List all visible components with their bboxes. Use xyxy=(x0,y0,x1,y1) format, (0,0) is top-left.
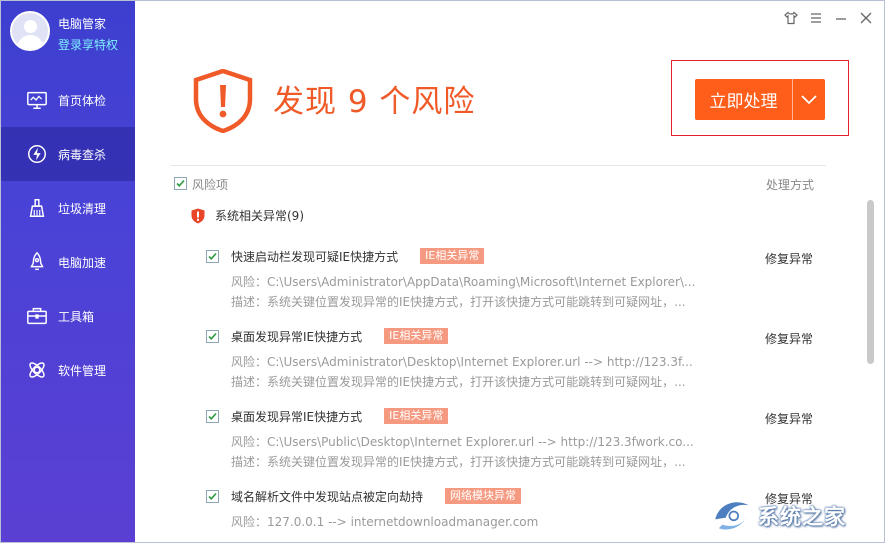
check-icon xyxy=(208,492,217,500)
toolbox-icon xyxy=(25,304,49,328)
item-description: 描述：系统关键位置发现异常的IE快捷方式，打开该快捷方式可能跳转到可疑网址，..… xyxy=(231,295,686,309)
item-title: 桌面发现异常IE快捷方式 xyxy=(231,329,363,344)
sidebar-item-label: 工具箱 xyxy=(58,309,95,324)
item-tag: IE相关异常 xyxy=(384,328,449,344)
item-title: 桌面发现异常IE快捷方式 xyxy=(231,409,363,424)
item-tag: 网络模块异常 xyxy=(445,488,522,504)
sidebar-item-virus-scan[interactable]: 病毒查杀 xyxy=(1,127,135,181)
check-icon xyxy=(176,179,185,187)
item-risk-path: 风险：C:\Users\Administrator\Desktop\Intern… xyxy=(231,355,693,369)
minimize-icon xyxy=(836,18,846,20)
check-icon xyxy=(208,332,217,340)
column-risk-items: 风险项 xyxy=(192,178,229,192)
sidebar-item-speedup[interactable]: 电脑加速 xyxy=(1,235,135,289)
menu-button[interactable] xyxy=(808,10,824,26)
broom-icon xyxy=(25,196,49,220)
scrollbar-thumb[interactable] xyxy=(867,200,874,364)
sidebar-item-label: 电脑加速 xyxy=(58,255,107,270)
sidebar-item-toolbox[interactable]: 工具箱 xyxy=(1,289,135,343)
item-description: 描述：系统关键位置发现异常的IE快捷方式，打开该快捷方式可能跳转到可疑网址，..… xyxy=(231,375,686,389)
fix-options-dropdown[interactable] xyxy=(793,79,825,120)
list-header: 风险项 处理方式 xyxy=(174,176,814,192)
column-handling: 处理方式 xyxy=(765,178,814,192)
app-name: 电脑管家 xyxy=(58,17,107,31)
item-title: 域名解析文件中发现站点被定向劫持 xyxy=(231,489,424,504)
risk-group-label: 系统相关异常(9) xyxy=(215,209,304,223)
item-title: 快速启动栏发现可疑IE快捷方式 xyxy=(231,249,399,264)
sidebar: 电脑管家 登录享特权 首页体检 病毒查杀 垃圾清理 电脑加速 工具箱 软件管理 xyxy=(1,1,135,542)
sidebar-item-label: 垃圾清理 xyxy=(58,201,107,216)
sidebar-item-home-checkup[interactable]: 首页体检 xyxy=(1,73,135,127)
login-link[interactable]: 登录享特权 xyxy=(58,36,118,53)
item-tag: IE相关异常 xyxy=(384,408,449,424)
item-risk-path: 风险：127.0.0.1 --> internetdownloadmanager… xyxy=(231,515,539,529)
item-checkbox[interactable] xyxy=(206,329,219,343)
menu-icon xyxy=(811,13,821,23)
item-checkbox[interactable] xyxy=(206,489,219,503)
check-icon xyxy=(208,252,217,260)
header-divider xyxy=(171,165,826,166)
item-risk-path: 风险：C:\Users\Administrator\AppData\Roamin… xyxy=(231,275,696,289)
risk-shield-icon xyxy=(193,69,253,133)
sidebar-item-software-manager[interactable]: 软件管理 xyxy=(1,343,135,397)
item-checkbox[interactable] xyxy=(206,409,219,423)
check-icon xyxy=(208,412,217,420)
watermark-logo-icon xyxy=(715,502,749,530)
avatar[interactable] xyxy=(10,11,50,51)
item-checkbox[interactable] xyxy=(206,249,219,263)
fix-now-button[interactable]: 立即处理 xyxy=(695,79,825,120)
sidebar-nav: 首页体检 病毒查杀 垃圾清理 电脑加速 工具箱 软件管理 xyxy=(1,73,135,397)
skin-button[interactable] xyxy=(783,10,799,26)
item-risk-path: 风险：C:\Users\Public\Desktop\Internet Expl… xyxy=(231,435,694,449)
list-item: 快速启动栏发现可疑IE快捷方式 IE相关异常 修复异常 风险：C:\Users\… xyxy=(206,247,816,312)
list-item: 桌面发现异常IE快捷方式 IE相关异常 修复异常 风险：C:\Users\Adm… xyxy=(206,327,816,392)
risk-group-system[interactable]: 系统相关异常(9) xyxy=(191,207,304,224)
sidebar-item-junk-clean[interactable]: 垃圾清理 xyxy=(1,181,135,235)
sidebar-item-label: 病毒查杀 xyxy=(58,147,107,162)
rocket-icon xyxy=(25,250,49,274)
repair-button[interactable]: 修复异常 xyxy=(765,250,813,267)
title-bar-controls xyxy=(783,10,874,26)
item-description: 描述：系统关键位置发现异常的IE快捷方式，打开该快捷方式可能跳转到可疑网址，..… xyxy=(231,455,686,469)
minimize-button[interactable] xyxy=(833,10,849,26)
repair-button[interactable]: 修复异常 xyxy=(765,410,813,427)
chevron-down-icon xyxy=(801,94,817,104)
watermark-text: 系统之家 xyxy=(758,505,846,529)
list-item: 桌面发现异常IE快捷方式 IE相关异常 修复异常 风险：C:\Users\Pub… xyxy=(206,407,816,472)
close-icon xyxy=(860,12,872,24)
watermark: 系统之家 xyxy=(706,489,884,541)
close-button[interactable] xyxy=(858,10,874,26)
warning-shield-icon xyxy=(191,208,205,223)
skin-icon xyxy=(784,11,798,25)
item-tag: IE相关异常 xyxy=(420,248,485,264)
profile-area: 电脑管家 登录享特权 xyxy=(1,1,135,69)
apps-icon xyxy=(25,358,49,382)
sidebar-item-label: 软件管理 xyxy=(58,363,107,378)
fix-now-label[interactable]: 立即处理 xyxy=(695,79,793,120)
select-all-checkbox[interactable] xyxy=(174,177,187,190)
tencent-pc-manager-window: 电脑管家 登录享特权 首页体检 病毒查杀 垃圾清理 电脑加速 工具箱 软件管理 … xyxy=(0,0,885,543)
sidebar-item-label: 首页体检 xyxy=(58,93,107,108)
scan-result-headline: 发现 9 个风险 xyxy=(273,84,476,120)
repair-button[interactable]: 修复异常 xyxy=(765,330,813,347)
monitor-icon xyxy=(25,88,49,112)
lightning-icon xyxy=(25,142,49,166)
